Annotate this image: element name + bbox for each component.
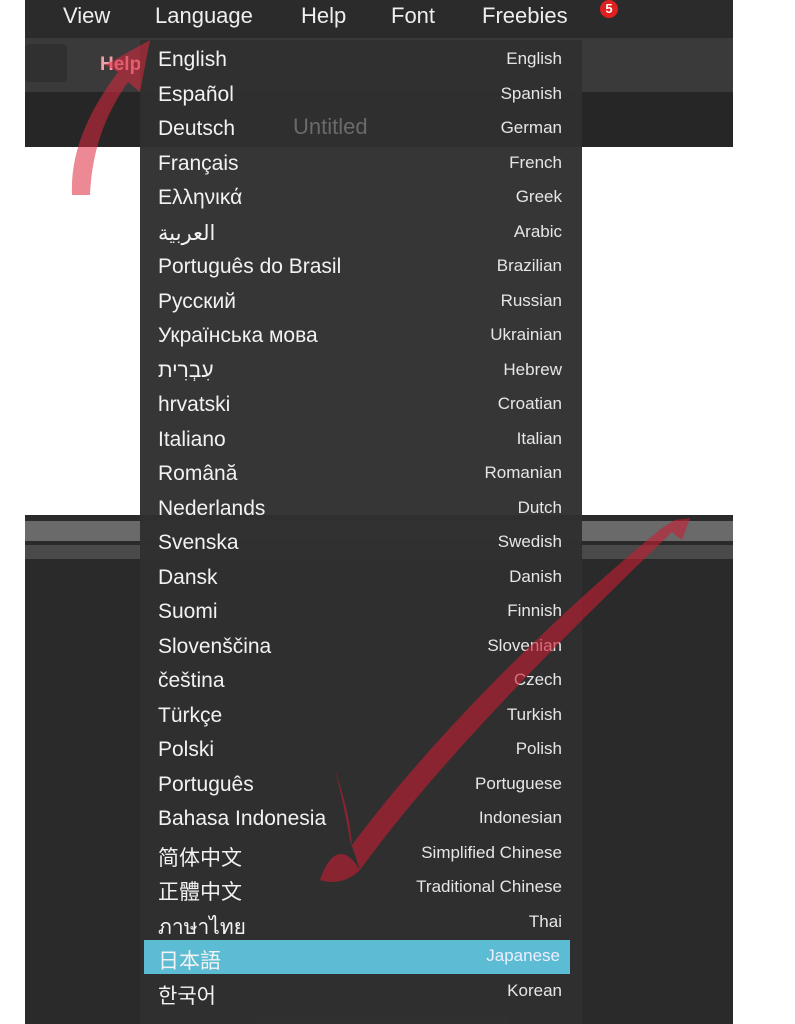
language-item[interactable]: Español Spanish (140, 78, 582, 112)
language-native-name: English (158, 48, 227, 71)
language-item[interactable]: ภาษาไทย Thai (140, 906, 582, 940)
language-item[interactable]: Українська мова Ukrainian (140, 319, 582, 353)
language-native-name: čeština (158, 669, 225, 692)
language-english-name: Italian (516, 428, 562, 448)
language-english-name: German (500, 118, 562, 137)
language-item[interactable]: Italiano Italian (140, 423, 582, 457)
language-native-name: Italiano (158, 427, 226, 451)
language-native-name: Nederlands (158, 496, 266, 520)
language-english-name: Russian (500, 290, 562, 310)
menu-language[interactable]: Language (155, 3, 253, 29)
language-native-name: 正體中文 (158, 881, 242, 904)
language-native-name: Ελληνικά (158, 186, 243, 209)
language-item[interactable]: Suomi Finnish (140, 595, 582, 629)
language-native-name: hrvatski (158, 393, 231, 416)
language-item[interactable]: עִבְרִית Hebrew (140, 354, 582, 388)
language-item[interactable]: Русский Russian (140, 285, 582, 319)
language-item[interactable]: English English (140, 43, 582, 77)
language-item[interactable]: 한국어 Korean (140, 975, 582, 1009)
language-english-name: Greek (515, 187, 562, 206)
language-native-name: Bahasa Indonesia (158, 807, 327, 830)
language-english-name: Turkish (506, 704, 562, 724)
language-english-name: French (509, 152, 562, 172)
language-native-name: Русский (158, 289, 236, 313)
language-native-name: Slovenščina (158, 634, 272, 658)
language-english-name: English (506, 49, 562, 68)
language-native-name: Deutsch (158, 117, 236, 140)
language-english-name: Thai (528, 911, 562, 931)
menubar: View Language Help Font Freebies 5 (25, 0, 733, 36)
language-english-name: Slovenian (487, 635, 562, 655)
language-item[interactable]: Bahasa Indonesia Indonesian (140, 802, 582, 836)
language-english-name: Traditional Chinese (416, 877, 562, 896)
language-english-name: Korean (507, 980, 562, 1000)
language-english-name: Polish (515, 739, 562, 758)
language-english-name: Portuguese (475, 773, 562, 793)
language-native-name: Українська мова (158, 324, 318, 347)
language-english-name: Swedish (497, 532, 562, 551)
language-item[interactable]: Ελληνικά Greek (140, 181, 582, 215)
language-item[interactable]: 日本語 Japanese (144, 940, 570, 974)
language-item[interactable]: Nederlands Dutch (140, 492, 582, 526)
language-native-name: Suomi (158, 600, 218, 623)
language-native-name: 한국어 (158, 984, 216, 1008)
language-native-name: Português (158, 772, 254, 796)
language-native-name: Polski (158, 738, 215, 761)
language-item[interactable]: Français French (140, 147, 582, 181)
language-native-name: Español (158, 82, 234, 106)
menu-help[interactable]: Help (301, 3, 346, 29)
language-native-name: Dansk (158, 565, 218, 589)
language-dropdown-menu: English English Español Spanish Deutsch Germa… (140, 40, 582, 1024)
language-english-name: Dutch (517, 497, 562, 517)
language-item[interactable]: 正體中文 Traditional Chinese (140, 871, 582, 905)
language-native-name: Français (158, 151, 239, 175)
menu-font[interactable]: Font (391, 3, 435, 29)
language-native-name: 简体中文 (158, 846, 242, 870)
language-english-name: Hebrew (503, 359, 562, 379)
language-english-name: Romanian (484, 463, 563, 482)
language-native-name: 日本語 (158, 950, 221, 973)
language-native-name: Română (158, 462, 238, 485)
language-item[interactable]: 简体中文 Simplified Chinese (140, 837, 582, 871)
language-item[interactable]: hrvatski Croatian (140, 388, 582, 422)
document-title: Untitled (293, 114, 368, 139)
language-native-name: Türkçe (158, 703, 223, 727)
language-english-name: Simplified Chinese (421, 842, 562, 862)
language-english-name: Indonesian (478, 808, 562, 827)
language-item[interactable]: Português do Brasil Brazilian (140, 250, 582, 284)
language-native-name: العربية (158, 221, 216, 245)
language-item[interactable]: Dansk Danish (140, 561, 582, 595)
language-english-name: Spanish (500, 83, 562, 103)
language-native-name: Português do Brasil (158, 255, 342, 278)
language-native-name: Svenska (158, 531, 239, 554)
language-english-name: Brazilian (496, 256, 562, 275)
language-item[interactable]: Svenska Swedish (140, 526, 582, 560)
language-item[interactable]: Polski Polish (140, 733, 582, 767)
help-button[interactable]: Help (100, 54, 141, 76)
language-english-name: Finnish (507, 601, 562, 620)
language-native-name: ภาษาไทย (158, 915, 246, 939)
language-item[interactable]: Türkçe Turkish (140, 699, 582, 733)
language-english-name: Arabic (513, 221, 562, 241)
notification-badge: 5 (600, 0, 618, 18)
language-english-name: Czech (513, 670, 562, 689)
language-item[interactable]: čeština Czech (140, 664, 582, 698)
language-item[interactable]: العربية Arabic (140, 216, 582, 250)
menu-freebies[interactable]: Freebies (482, 3, 568, 29)
menu-view[interactable]: View (63, 3, 110, 29)
toolbar-field[interactable] (25, 44, 67, 82)
language-english-name: Japanese (486, 946, 560, 965)
language-english-name: Ukrainian (490, 325, 562, 344)
language-native-name: עִבְרִית (158, 358, 214, 382)
language-english-name: Danish (509, 566, 562, 586)
language-english-name: Croatian (497, 394, 562, 413)
language-item[interactable]: Română Romanian (140, 457, 582, 491)
language-item[interactable]: Português Portuguese (140, 768, 582, 802)
language-item[interactable]: Slovenščina Slovenian (140, 630, 582, 664)
